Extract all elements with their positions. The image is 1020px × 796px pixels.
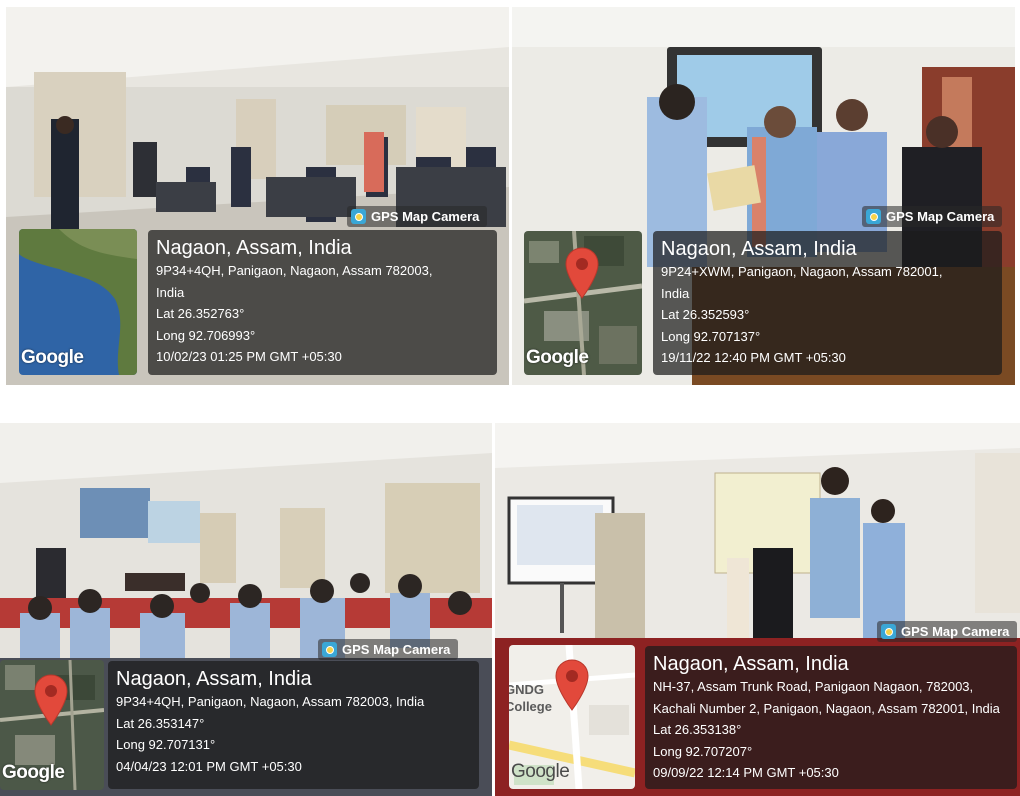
map-pin-icon bbox=[555, 659, 589, 711]
location-city: Nagaon, Assam, India bbox=[661, 238, 857, 260]
location-city: Nagaon, Assam, India bbox=[116, 668, 312, 690]
gps-map-camera-badge: GPS Map Camera bbox=[877, 621, 1018, 642]
location-latitude: Lat 26.352593° bbox=[661, 307, 750, 322]
camera-app-icon bbox=[351, 209, 366, 224]
gps-map-camera-label: GPS Map Camera bbox=[886, 209, 995, 224]
map-thumbnail: Google bbox=[19, 229, 137, 375]
location-timestamp: 04/04/23 12:01 PM GMT +05:30 bbox=[116, 758, 302, 774]
location-info-panel: Nagaon, Assam, India NH-37, Assam Trunk … bbox=[645, 646, 1017, 789]
location-timestamp: 09/09/22 12:14 PM GMT +05:30 bbox=[653, 765, 839, 780]
location-timestamp: 10/02/23 01:25 PM GMT +05:30 bbox=[156, 349, 342, 364]
map-pin-icon bbox=[34, 674, 68, 726]
gps-map-camera-label: GPS Map Camera bbox=[901, 624, 1010, 639]
location-info-panel: Nagaon, Assam, India 9P34+4QH, Panigaon,… bbox=[148, 230, 497, 375]
location-city: Nagaon, Assam, India bbox=[653, 653, 849, 675]
location-latitude: Lat 26.353138° bbox=[653, 722, 742, 737]
location-address-line-2: India bbox=[156, 284, 185, 300]
camera-app-icon bbox=[866, 209, 881, 224]
map-thumbnail: Google bbox=[0, 660, 104, 790]
gps-map-camera-label: GPS Map Camera bbox=[342, 642, 451, 657]
google-logo: Google bbox=[526, 347, 589, 368]
location-latitude: Lat 26.353147° bbox=[116, 715, 205, 731]
location-address-line-1: 9P34+4QH, Panigaon, Nagaon, Assam 782003… bbox=[156, 263, 433, 278]
location-address-line-2: Kachali Number 2, Panigaon, Nagaon, Assa… bbox=[653, 700, 1000, 716]
location-address-line-1: 9P24+XWM, Panigaon, Nagaon, Assam 782001… bbox=[661, 264, 943, 279]
map-pin-icon bbox=[565, 247, 599, 299]
camera-app-icon bbox=[881, 624, 896, 639]
map-thumbnail: GNDG College Google bbox=[509, 645, 635, 789]
gps-map-camera-label: GPS Map Camera bbox=[371, 209, 480, 224]
location-address-line-1: NH-37, Assam Trunk Road, Panigaon Nagaon… bbox=[653, 679, 974, 694]
location-info-panel: Nagaon, Assam, India 9P24+XWM, Panigaon,… bbox=[653, 231, 1002, 375]
location-info-panel: Nagaon, Assam, India 9P34+4QH, Panigaon,… bbox=[108, 661, 479, 789]
google-logo: Google bbox=[2, 762, 65, 783]
google-logo: Google bbox=[511, 761, 570, 782]
location-address-line-1: 9P34+4QH, Panigaon, Nagaon, Assam 782003… bbox=[116, 694, 425, 709]
map-thumbnail: Google bbox=[524, 231, 642, 375]
location-longitude: Long 92.707137° bbox=[661, 328, 761, 344]
location-latitude: Lat 26.352763° bbox=[156, 306, 245, 321]
photo-2: GPS Map Camera Google Nagaon, Assam, Ind… bbox=[512, 7, 1015, 385]
location-city: Nagaon, Assam, India bbox=[156, 237, 352, 259]
google-logo: Google bbox=[21, 347, 84, 368]
photo-4: GPS Map Camera GNDG College Google Nagao… bbox=[495, 423, 1020, 796]
gps-map-camera-badge: GPS Map Camera bbox=[318, 639, 459, 660]
location-timestamp: 19/11/22 12:40 PM GMT +05:30 bbox=[661, 350, 846, 365]
photo-3: GPS Map Camera Google Nagaon, Assam, Ind… bbox=[0, 423, 492, 796]
gps-map-camera-badge: GPS Map Camera bbox=[347, 206, 488, 227]
location-longitude: Long 92.707207° bbox=[653, 743, 753, 759]
photo-1: GPS Map Camera Google Nagaon, Assam, Ind… bbox=[6, 7, 509, 385]
gps-map-camera-badge: GPS Map Camera bbox=[862, 206, 1003, 227]
camera-app-icon bbox=[322, 642, 337, 657]
location-longitude: Long 92.707131° bbox=[116, 737, 216, 752]
location-address-line-2: India bbox=[661, 285, 690, 301]
location-longitude: Long 92.706993° bbox=[156, 327, 256, 343]
